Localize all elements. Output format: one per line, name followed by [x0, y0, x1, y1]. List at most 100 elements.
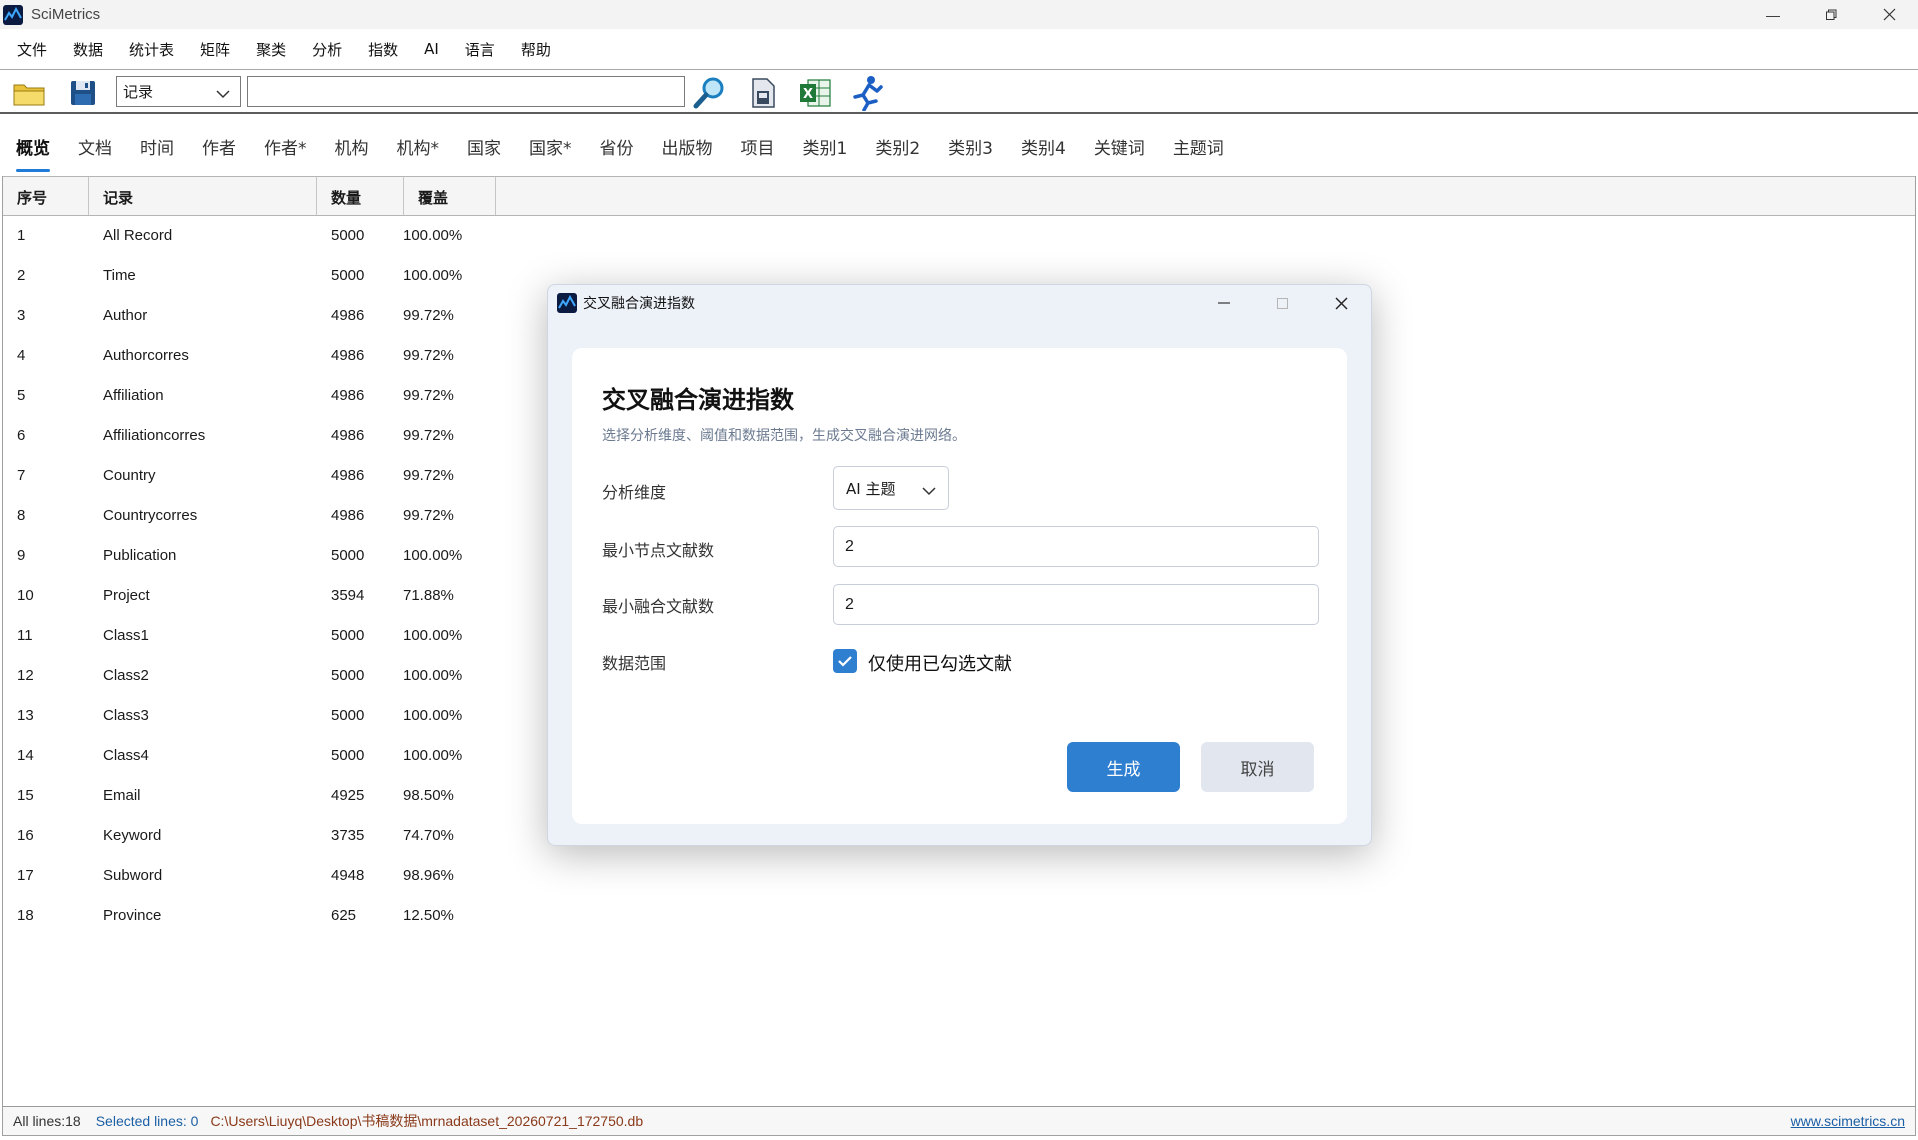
cell-record: All Record: [103, 227, 173, 244]
menu-data[interactable]: 数据: [73, 39, 103, 60]
cell-record: Class2: [103, 667, 149, 684]
tab-keyword[interactable]: 关键词: [1094, 128, 1145, 172]
tab-class3[interactable]: 类别3: [948, 128, 993, 172]
table-row[interactable]: 11 Class1 5000 100.00%: [3, 616, 503, 656]
menu-matrix[interactable]: 矩阵: [200, 39, 230, 60]
cell-count: 4986: [331, 427, 365, 444]
table-row[interactable]: 16 Keyword 3735 74.70%: [3, 816, 503, 856]
search-input[interactable]: [247, 76, 685, 107]
table-row[interactable]: 6 Affiliationcorres 4986 99.72%: [3, 416, 503, 456]
min-fusion-input[interactable]: 2: [833, 584, 1319, 625]
column-header-index[interactable]: 序号: [3, 177, 89, 215]
checked-docs-checkbox[interactable]: [833, 649, 857, 673]
tab-class2[interactable]: 类别2: [875, 128, 920, 172]
table-row[interactable]: 7 Country 4986 99.72%: [3, 456, 503, 496]
tab-affiliation[interactable]: 机构: [335, 128, 369, 172]
status-file-path: C:\Users\Liuyq\Desktop\书稿数据\mrnadataset_…: [210, 1113, 644, 1129]
tab-subject-term[interactable]: 主题词: [1173, 128, 1224, 172]
tab-affiliation-star[interactable]: 机构*: [397, 128, 440, 172]
cell-coverage: 100.00%: [403, 747, 463, 764]
cell-record: Class1: [103, 627, 149, 644]
tab-author-star[interactable]: 作者*: [264, 128, 307, 172]
dimension-select[interactable]: AI 主题: [833, 466, 949, 510]
cancel-button[interactable]: 取消: [1201, 742, 1314, 792]
cell-coverage: 99.72%: [403, 507, 454, 524]
run-person-icon[interactable]: [849, 74, 885, 112]
search-magnifier-icon[interactable]: [692, 74, 728, 112]
tab-province[interactable]: 省份: [600, 128, 634, 172]
status-bar: All lines:18 Selected lines: 0 C:\Users\…: [2, 1106, 1916, 1136]
restore-icon[interactable]: [1802, 0, 1860, 29]
cell-record: Class4: [103, 747, 149, 764]
cell-coverage: 99.72%: [403, 387, 454, 404]
menu-analysis[interactable]: 分析: [312, 39, 342, 60]
tab-documents[interactable]: 文档: [78, 128, 112, 172]
table-row[interactable]: 1 All Record 5000 100.00%: [3, 216, 503, 256]
column-header-record[interactable]: 记录: [89, 177, 317, 215]
menu-language[interactable]: 语言: [465, 39, 495, 60]
table-row[interactable]: 10 Project 3594 71.88%: [3, 576, 503, 616]
tab-class4[interactable]: 类别4: [1021, 128, 1066, 172]
cell-record: Authorcorres: [103, 347, 189, 364]
dialog-maximize-icon[interactable]: [1253, 285, 1311, 321]
website-link[interactable]: www.scimetrics.cn: [1791, 1113, 1905, 1129]
tab-publication[interactable]: 出版物: [662, 128, 713, 172]
table-row[interactable]: 17 Subword 4948 98.96%: [3, 856, 503, 896]
table-row[interactable]: 14 Class4 5000 100.00%: [3, 736, 503, 776]
save-disk-icon[interactable]: [65, 76, 101, 110]
cell-index: 13: [17, 707, 34, 724]
menu-statistics[interactable]: 统计表: [129, 39, 174, 60]
tab-time[interactable]: 时间: [140, 128, 174, 172]
table-row[interactable]: 12 Class2 5000 100.00%: [3, 656, 503, 696]
tab-class1[interactable]: 类别1: [803, 128, 848, 172]
dialog-minimize-icon[interactable]: [1195, 285, 1253, 321]
close-icon[interactable]: [1860, 0, 1918, 29]
table-row[interactable]: 4 Authorcorres 4986 99.72%: [3, 336, 503, 376]
table-row[interactable]: 18 Province 625 12.50%: [3, 896, 503, 936]
window-controls: —: [1744, 0, 1918, 29]
menu-index[interactable]: 指数: [368, 39, 398, 60]
min-node-input[interactable]: 2: [833, 526, 1319, 567]
table-row[interactable]: 9 Publication 5000 100.00%: [3, 536, 503, 576]
checked-docs-label[interactable]: 仅使用已勾选文献: [868, 650, 1012, 676]
dimension-value: AI 主题: [846, 479, 896, 498]
menu-file[interactable]: 文件: [17, 39, 47, 60]
menu-ai[interactable]: AI: [424, 40, 439, 58]
table-row[interactable]: 5 Affiliation 4986 99.72%: [3, 376, 503, 416]
record-type-select[interactable]: 记录: [116, 76, 241, 107]
min-fusion-label: 最小融合文献数: [602, 597, 715, 616]
cell-coverage: 100.00%: [403, 667, 463, 684]
document-export-icon[interactable]: [745, 74, 781, 112]
dialog-title-bar: 交叉融合演进指数: [548, 285, 1371, 321]
cell-coverage: 99.72%: [403, 307, 454, 324]
app-window: SciMetrics — 文件 数据 统计表 矩阵 聚类 分析 指数 AI 语言…: [0, 0, 1918, 1140]
tab-overview[interactable]: 概览: [16, 128, 50, 172]
cell-index: 2: [17, 267, 26, 284]
column-header-coverage[interactable]: 覆盖: [404, 177, 496, 215]
tab-country[interactable]: 国家: [467, 128, 501, 172]
min-node-label: 最小节点文献数: [602, 541, 715, 560]
menu-help[interactable]: 帮助: [521, 39, 551, 60]
cell-index: 5: [17, 387, 26, 404]
chevron-down-icon: [922, 482, 936, 500]
table-row[interactable]: 13 Class3 5000 100.00%: [3, 696, 503, 736]
generate-button[interactable]: 生成: [1067, 742, 1180, 792]
column-header-count[interactable]: 数量: [317, 177, 404, 215]
tab-author[interactable]: 作者: [202, 128, 236, 172]
cell-coverage: 99.72%: [403, 347, 454, 364]
table-row[interactable]: 3 Author 4986 99.72%: [3, 296, 503, 336]
table-row[interactable]: 15 Email 4925 98.50%: [3, 776, 503, 816]
tab-project[interactable]: 项目: [741, 128, 775, 172]
cell-index: 6: [17, 427, 26, 444]
menu-cluster[interactable]: 聚类: [256, 39, 286, 60]
minimize-icon[interactable]: —: [1744, 0, 1802, 29]
status-selected-lines: Selected lines: 0: [95, 1113, 199, 1129]
dialog-close-icon[interactable]: [1312, 285, 1370, 321]
cell-count: 5000: [331, 667, 365, 684]
excel-icon[interactable]: X: [797, 74, 833, 112]
open-folder-icon[interactable]: [11, 76, 47, 110]
tab-country-star[interactable]: 国家*: [529, 128, 572, 172]
table-row[interactable]: 2 Time 5000 100.00%: [3, 256, 503, 296]
table-row[interactable]: 8 Countrycorres 4986 99.72%: [3, 496, 503, 536]
menu-bar: 文件 数据 统计表 矩阵 聚类 分析 指数 AI 语言 帮助: [0, 33, 1918, 65]
